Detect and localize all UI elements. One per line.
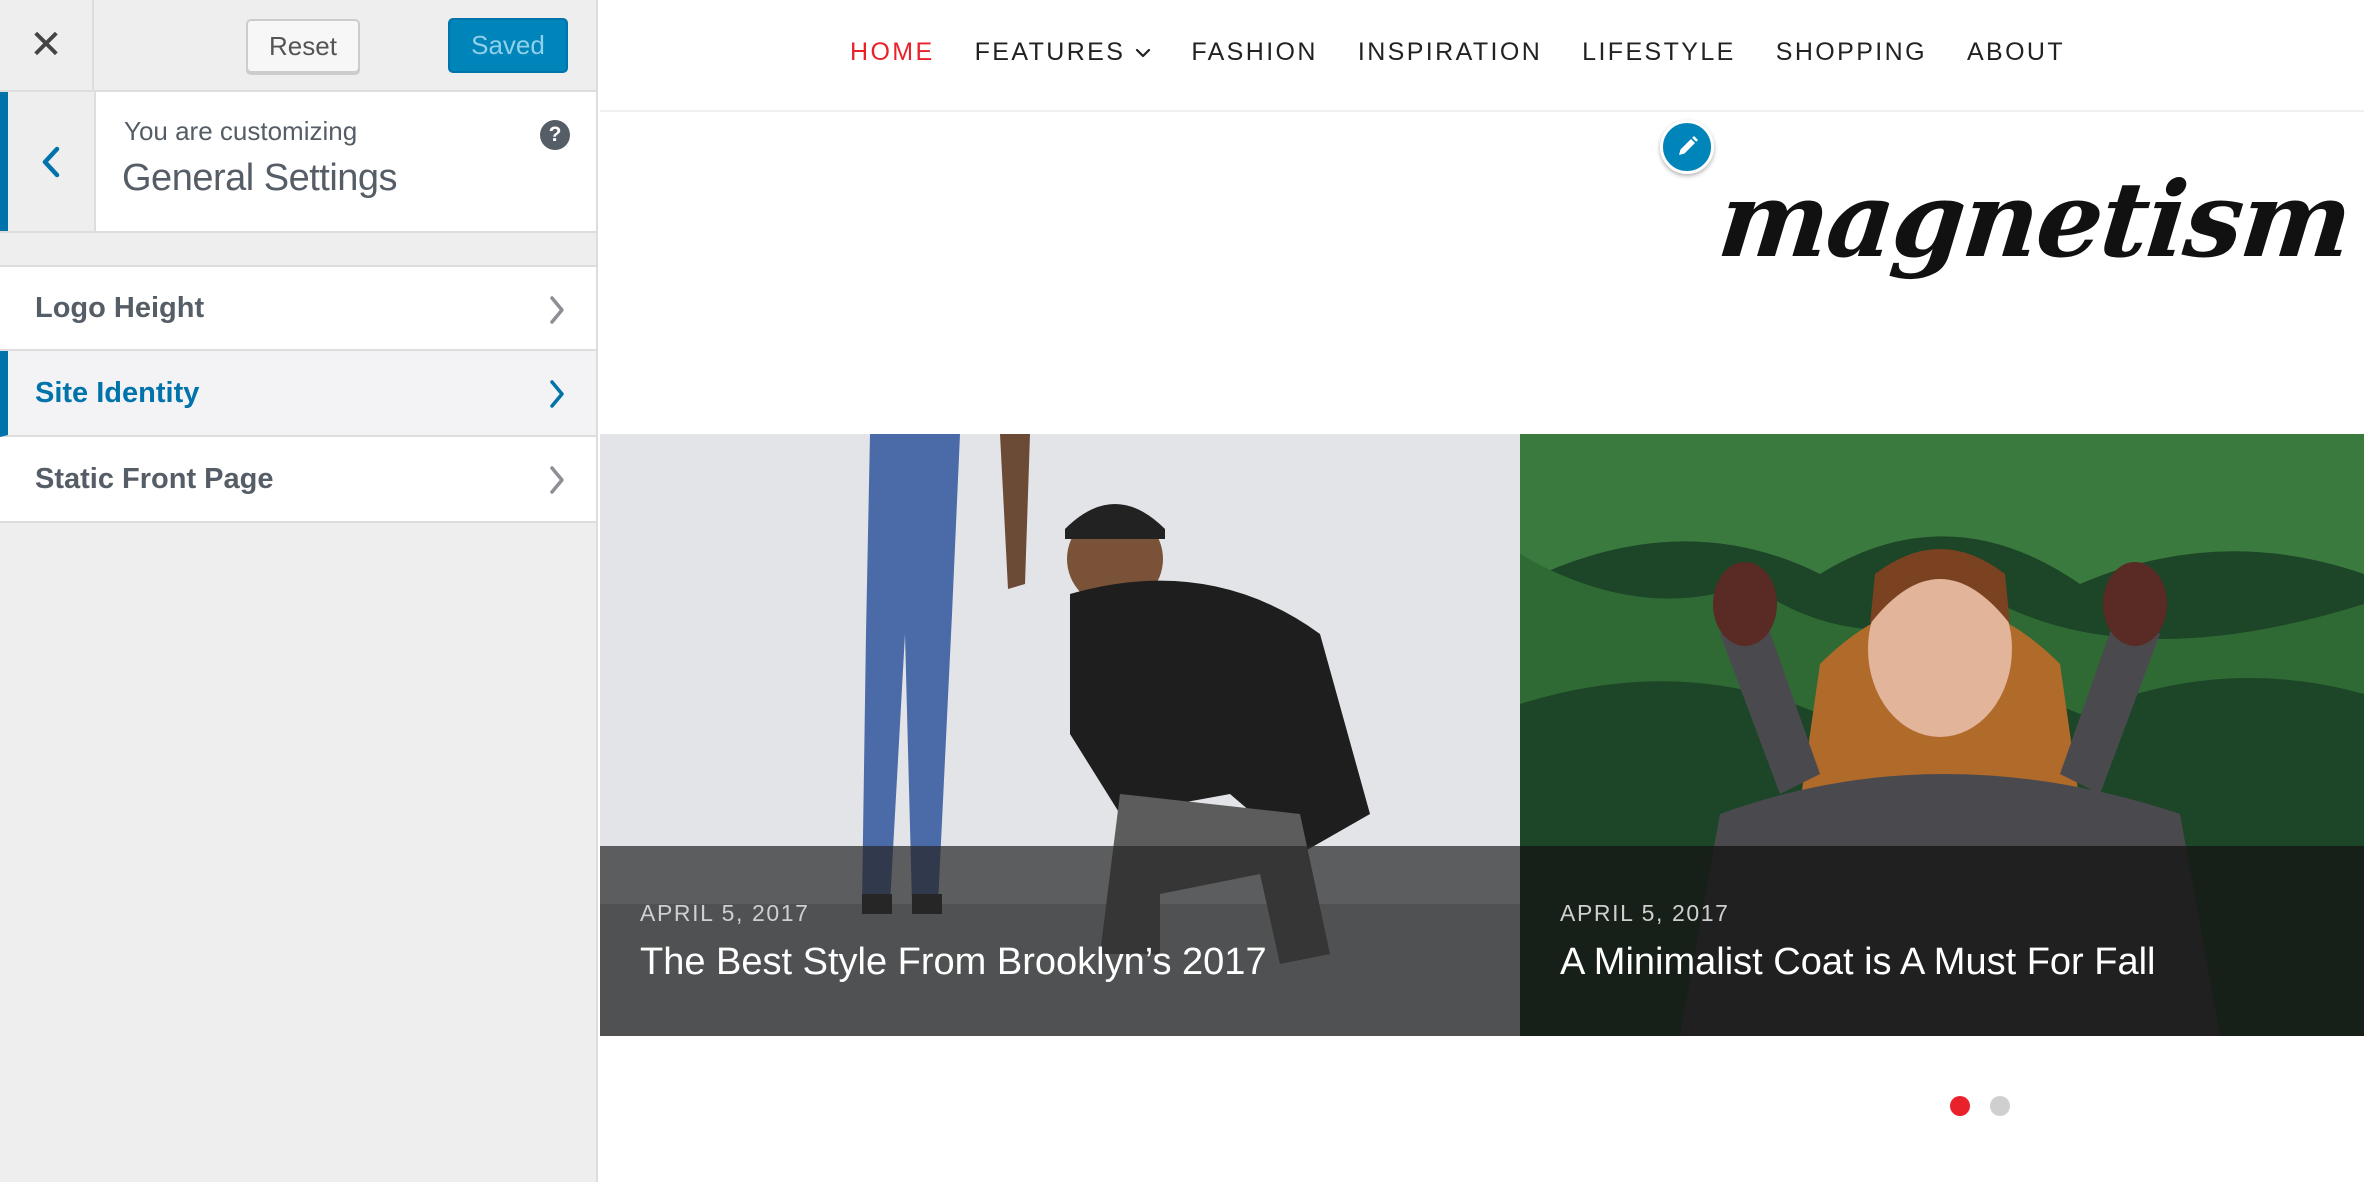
nav-link-shopping[interactable]: SHOPPING [1776,38,1927,67]
pencil-icon [1679,136,1698,155]
chevron-right-icon [550,380,564,408]
section-title: General Settings [122,157,398,199]
back-button[interactable] [0,92,96,231]
slide-caption: APRIL 5, 2017 A Minimalist Coat is A Mus… [1520,846,2364,1036]
control-list: Logo Height Site Identity Static Front P… [0,265,596,523]
chevron-right-icon [550,466,564,494]
main-navigation: HOME FEATURES FASHION INSPIRATION LIFEST… [600,0,2364,112]
control-label: Logo Height [35,291,205,324]
site-logo[interactable]: magnetism [1705,158,2356,358]
nav-list: HOME FEATURES FASHION INSPIRATION LIFEST… [850,38,2105,67]
chevron-left-icon [42,146,60,177]
nav-link-lifestyle[interactable]: LIFESTYLE [1582,38,1736,67]
nav-link-label: FEATURES [974,38,1126,66]
control-logo-height[interactable]: Logo Height [0,265,596,351]
customizing-label: You are customizing [124,116,358,146]
close-customizer-button[interactable]: ✕ [0,0,94,90]
control-static-front-page[interactable]: Static Front Page [0,437,596,523]
nav-link-home[interactable]: HOME [850,38,935,67]
section-info: You are customizing General Settings ? [0,92,596,233]
customizer-sidebar: ✕ Reset Saved You are customizing Genera… [0,0,598,1182]
close-icon: ✕ [29,23,63,67]
slide-title[interactable]: A Minimalist Coat is A Must For Fall [1560,941,2156,984]
slide-caption: APRIL 5, 2017 The Best Style From Brookl… [600,846,1520,1036]
saved-button[interactable]: Saved [448,18,568,73]
slide[interactable]: APRIL 5, 2017 A Minimalist Coat is A Mus… [1520,434,2364,1036]
slider-dot-2[interactable] [1990,1096,2010,1116]
reset-button[interactable]: Reset [246,19,360,73]
chevron-right-icon [550,296,564,324]
nav-link-about[interactable]: ABOUT [1967,38,2065,67]
slide[interactable]: APRIL 5, 2017 The Best Style From Brookl… [600,434,1520,1036]
nav-link-inspiration[interactable]: INSPIRATION [1358,38,1542,67]
control-label: Site Identity [35,376,200,409]
nav-link-features[interactable]: FEATURES [975,38,1152,67]
slider-dot-1[interactable] [1950,1096,1970,1116]
slide-date: APRIL 5, 2017 [1560,900,1730,926]
slide-date: APRIL 5, 2017 [640,900,810,926]
site-preview: HOME FEATURES FASHION INSPIRATION LIFEST… [600,0,2364,1182]
slide-title[interactable]: The Best Style From Brooklyn’s 2017 [640,941,1267,984]
control-site-identity[interactable]: Site Identity [0,351,596,437]
customizer-header: ✕ Reset Saved [0,0,596,92]
chevron-down-icon [1136,48,1151,57]
slider-pagination [1950,1096,2030,1116]
nav-link-fashion[interactable]: FASHION [1191,38,1318,67]
featured-slider: APRIL 5, 2017 The Best Style From Brookl… [600,434,2364,1036]
control-label: Static Front Page [35,462,274,495]
help-icon[interactable]: ? [540,120,570,150]
edit-shortcut-button[interactable] [1660,120,1714,174]
